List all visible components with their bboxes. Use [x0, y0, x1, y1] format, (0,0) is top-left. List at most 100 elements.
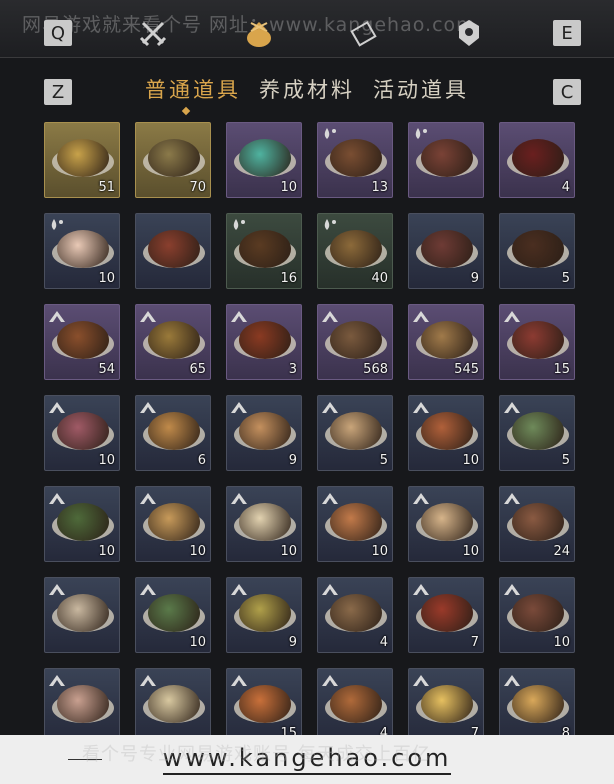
key-hint-q[interactable]: Q [44, 20, 72, 46]
upgrade-badge-icon [230, 308, 248, 322]
inventory-slot[interactable]: 5 [499, 395, 575, 471]
tab-common-items[interactable]: 普通道具 [145, 74, 241, 104]
item-icon [148, 503, 200, 541]
item-icon [330, 230, 382, 268]
inventory-slot[interactable]: 568 [317, 304, 393, 380]
droplet-badge-icon [412, 126, 430, 140]
item-count: 10 [462, 453, 479, 468]
inventory-slot[interactable]: 6 [135, 395, 211, 471]
item-icon [148, 321, 200, 359]
upgrade-badge-icon [230, 490, 248, 504]
item-count: 3 [288, 362, 297, 377]
item-icon [512, 594, 564, 632]
crossed-swords-icon[interactable] [136, 16, 170, 50]
inventory-slot[interactable]: 4 [317, 577, 393, 653]
inventory-slot[interactable]: 10 [226, 122, 302, 198]
inventory-slot[interactable]: 10 [135, 577, 211, 653]
inventory-slot[interactable]: 10 [408, 395, 484, 471]
item-icon [148, 412, 200, 450]
item-count: 10 [371, 544, 388, 559]
pouch-icon[interactable] [242, 16, 276, 50]
inventory-slot[interactable]: 5 [499, 213, 575, 289]
item-count: 10 [553, 635, 570, 650]
item-icon [148, 139, 200, 177]
inventory-slot[interactable]: 24 [499, 486, 575, 562]
droplet-badge-icon [321, 126, 339, 140]
item-count: 568 [363, 362, 388, 377]
inventory-slot[interactable] [408, 122, 484, 198]
inventory-slot[interactable]: 7 [408, 577, 484, 653]
inventory-slot[interactable]: 10 [226, 486, 302, 562]
inventory-slot[interactable]: 5 [317, 395, 393, 471]
inventory-slot[interactable]: 10 [408, 486, 484, 562]
inventory-slot[interactable]: 4 [317, 668, 393, 744]
item-icon [239, 594, 291, 632]
item-count: 10 [462, 544, 479, 559]
inventory-slot[interactable]: 8 [499, 668, 575, 744]
inventory-slot[interactable]: 9 [408, 213, 484, 289]
inventory-slot[interactable]: 545 [408, 304, 484, 380]
tab-event-items[interactable]: 活动道具 [373, 74, 469, 104]
upgrade-badge-icon [139, 399, 157, 413]
item-count: 10 [98, 544, 115, 559]
inventory-slot[interactable]: 3 [226, 304, 302, 380]
item-count: 5 [561, 453, 570, 468]
inventory-slot[interactable] [135, 668, 211, 744]
item-icon [239, 139, 291, 177]
item-count: 4 [379, 635, 388, 650]
upgrade-badge-icon [139, 308, 157, 322]
inventory-slot[interactable]: 4 [499, 122, 575, 198]
upgrade-badge-icon [321, 308, 339, 322]
item-count: 5 [561, 271, 570, 286]
inventory-slot[interactable]: 10 [44, 395, 120, 471]
inventory-slot[interactable]: 51 [44, 122, 120, 198]
upgrade-badge-icon [503, 672, 521, 686]
upgrade-badge-icon [321, 581, 339, 595]
item-icon [421, 503, 473, 541]
inventory-slot[interactable]: 7 [408, 668, 484, 744]
item-count: 10 [280, 180, 297, 195]
inventory-slot[interactable]: 10 [135, 486, 211, 562]
item-icon [512, 321, 564, 359]
inventory-slot[interactable]: 10 [44, 486, 120, 562]
item-icon [57, 230, 109, 268]
inventory-slot[interactable]: 10 [499, 577, 575, 653]
upgrade-badge-icon [230, 399, 248, 413]
inventory-slot[interactable] [44, 577, 120, 653]
droplet-badge-icon [48, 217, 66, 231]
inventory-slot[interactable]: 15 [499, 304, 575, 380]
inventory-slot[interactable]: 15 [226, 668, 302, 744]
tab-growth-materials[interactable]: 养成材料 [259, 74, 355, 104]
item-icon [421, 412, 473, 450]
key-hint-z[interactable]: Z [44, 79, 72, 105]
scroll-icon[interactable] [346, 16, 380, 50]
item-icon [239, 321, 291, 359]
inventory-slot[interactable]: 9 [226, 577, 302, 653]
inventory-slot[interactable]: 9 [226, 395, 302, 471]
key-hint-e[interactable]: E [553, 20, 581, 46]
inventory-slot[interactable] [44, 668, 120, 744]
inventory-slot[interactable]: 13 [317, 122, 393, 198]
top-bar: 网易游戏就来看个号 网址：www.kangehao.com [0, 0, 614, 58]
inventory-slot[interactable]: 40 [317, 213, 393, 289]
inventory-slot[interactable]: 16 [226, 213, 302, 289]
item-icon [330, 321, 382, 359]
item-count: 10 [280, 544, 297, 559]
inventory-slot[interactable]: 70 [135, 122, 211, 198]
droplet-badge-icon [230, 217, 248, 231]
item-count: 54 [98, 362, 115, 377]
upgrade-badge-icon [412, 399, 430, 413]
inventory-slot[interactable] [135, 213, 211, 289]
inventory-slot[interactable]: 54 [44, 304, 120, 380]
inventory-slot[interactable]: 10 [317, 486, 393, 562]
inventory-grid: 51 70 10 13 4 10 16 40 9 5 54 65 3 568 545 15 10 6 9 5 10 5 10… [44, 122, 575, 744]
inventory-slot[interactable]: 10 [44, 213, 120, 289]
upgrade-badge-icon [48, 581, 66, 595]
gem-icon[interactable] [452, 16, 486, 50]
key-hint-c[interactable]: C [553, 79, 581, 105]
item-count: 40 [371, 271, 388, 286]
upgrade-badge-icon [230, 581, 248, 595]
inventory-slot[interactable]: 65 [135, 304, 211, 380]
item-count: 10 [189, 544, 206, 559]
item-icon [330, 139, 382, 177]
